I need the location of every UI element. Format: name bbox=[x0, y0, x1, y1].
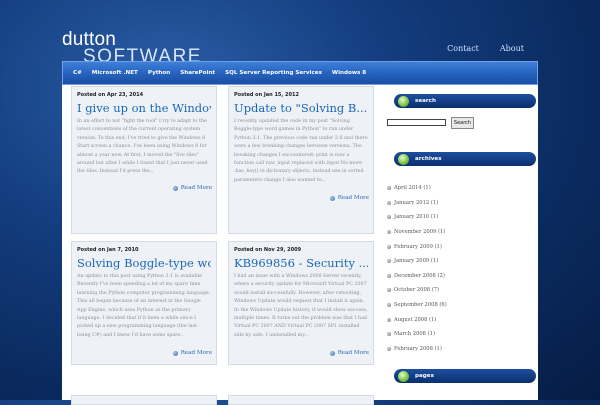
read-more-icon bbox=[329, 195, 335, 201]
post-excerpt: I recently updated the code in my post "… bbox=[234, 119, 368, 183]
archive-link[interactable]: December 2008 (2) bbox=[394, 273, 445, 279]
post-date: Posted on Nov 29, 2009 bbox=[234, 247, 302, 253]
post-excerpt: An update to this post using Python 3.1 … bbox=[77, 274, 211, 338]
archive-link[interactable]: April 2014 (1) bbox=[394, 185, 431, 191]
archives-widget-header: archives bbox=[394, 152, 536, 166]
post-excerpt: In an effort to not "fight the tool" I t… bbox=[77, 119, 208, 175]
search-widget-header: search bbox=[394, 94, 536, 108]
archive-item[interactable]: January 2010 (1) bbox=[387, 210, 537, 225]
archive-link[interactable]: March 2008 (1) bbox=[394, 331, 435, 337]
post-excerpt: I had an issue with a Windows 2008 Serve… bbox=[234, 274, 368, 338]
post-card: Posted on Nov 29, 2009 KB969856 - Securi… bbox=[228, 241, 374, 365]
post-date: Posted on Apr 23, 2014 bbox=[77, 92, 144, 98]
contact-link[interactable]: Contact bbox=[447, 44, 479, 53]
read-more-link[interactable]: Read More bbox=[172, 350, 212, 356]
post-card-partial bbox=[71, 395, 217, 405]
bullet-icon bbox=[387, 346, 391, 351]
archive-item[interactable]: February 2009 (1) bbox=[387, 239, 537, 254]
pages-widget-header: pages bbox=[394, 369, 536, 383]
archive-list: April 2014 (1) January 2012 (1) January … bbox=[387, 181, 537, 356]
read-more-label: Read More bbox=[180, 185, 212, 191]
about-link[interactable]: About bbox=[500, 44, 524, 53]
post-title[interactable]: Update to "Solving B... bbox=[234, 101, 368, 115]
read-more-label: Read More bbox=[180, 350, 212, 356]
bullet-icon bbox=[387, 200, 391, 205]
archive-item[interactable]: April 2014 (1) bbox=[387, 181, 537, 196]
bullet-orb-icon bbox=[398, 153, 409, 165]
archive-link[interactable]: September 2008 (6) bbox=[394, 302, 447, 308]
search-input[interactable] bbox=[387, 119, 446, 126]
archive-link[interactable]: January 2009 (1) bbox=[394, 258, 438, 264]
archive-item[interactable]: August 2008 (1) bbox=[387, 312, 537, 327]
post-date: Posted on Jan 7, 2010 bbox=[77, 247, 139, 253]
bullet-icon bbox=[387, 317, 391, 322]
bullet-icon bbox=[387, 288, 391, 293]
nav-item-windows8[interactable]: Windows 8 bbox=[332, 70, 366, 76]
archive-link[interactable]: November 2009 (1) bbox=[394, 229, 445, 235]
search-widget-title: search bbox=[415, 98, 436, 104]
read-more-label: Read More bbox=[337, 350, 369, 356]
bullet-orb-icon bbox=[398, 370, 409, 382]
read-more-link[interactable]: Read More bbox=[329, 195, 369, 201]
archives-widget-title: archives bbox=[415, 156, 442, 162]
archive-link[interactable]: October 2008 (7) bbox=[394, 287, 439, 293]
post-card: Posted on Apr 23, 2014 I give up on the … bbox=[71, 86, 217, 234]
archive-item[interactable]: October 2008 (7) bbox=[387, 283, 537, 298]
post-title[interactable]: I give up on the Windows 8... bbox=[77, 101, 211, 115]
post-card: Posted on Jan 7, 2010 Solving Boggle-typ… bbox=[71, 241, 217, 365]
post-date: Posted on Jan 15, 2012 bbox=[234, 92, 299, 98]
read-more-icon bbox=[329, 350, 335, 356]
post-card-partial bbox=[228, 395, 374, 405]
archive-item[interactable]: January 2012 (1) bbox=[387, 196, 537, 211]
read-more-label: Read More bbox=[337, 195, 369, 201]
post-title[interactable]: KB969856 - Security ... bbox=[234, 256, 368, 270]
bullet-icon bbox=[387, 303, 391, 308]
archive-item[interactable]: January 2009 (1) bbox=[387, 254, 537, 269]
read-more-link[interactable]: Read More bbox=[329, 350, 369, 356]
bullet-icon bbox=[387, 259, 391, 264]
archive-link[interactable]: January 2010 (1) bbox=[394, 214, 438, 220]
archive-item[interactable]: February 2008 (1) bbox=[387, 342, 537, 357]
bullet-orb-icon bbox=[398, 95, 409, 107]
archive-item[interactable]: November 2009 (1) bbox=[387, 225, 537, 240]
nav-item-dotnet[interactable]: Microsoft .NET bbox=[92, 70, 138, 76]
category-nav: C# Microsoft .NET Python SharePoint SQL … bbox=[62, 61, 538, 85]
bullet-icon bbox=[387, 186, 391, 191]
bullet-icon bbox=[387, 244, 391, 249]
bullet-icon bbox=[387, 215, 391, 220]
post-title[interactable]: Solving Boggle-type word g... bbox=[77, 256, 211, 270]
pages-widget-title: pages bbox=[415, 373, 434, 379]
archive-link[interactable]: January 2012 (1) bbox=[394, 200, 438, 206]
archive-link[interactable]: August 2008 (1) bbox=[394, 317, 436, 323]
read-more-icon bbox=[172, 185, 178, 191]
read-more-icon bbox=[172, 350, 178, 356]
bullet-icon bbox=[387, 230, 391, 235]
nav-item-python[interactable]: Python bbox=[148, 70, 170, 76]
top-links: Contact About bbox=[447, 44, 524, 53]
bullet-icon bbox=[387, 332, 391, 337]
nav-item-sharepoint[interactable]: SharePoint bbox=[180, 70, 215, 76]
search-button[interactable]: Search bbox=[451, 117, 474, 129]
archive-link[interactable]: February 2009 (1) bbox=[394, 244, 442, 250]
post-card: Posted on Jan 15, 2012 Update to "Solvin… bbox=[228, 86, 374, 234]
archive-item[interactable]: December 2008 (2) bbox=[387, 269, 537, 284]
archive-link[interactable]: February 2008 (1) bbox=[394, 346, 442, 352]
bullet-icon bbox=[387, 273, 391, 278]
archive-item[interactable]: September 2008 (6) bbox=[387, 298, 537, 313]
archive-item[interactable]: March 2008 (1) bbox=[387, 327, 537, 342]
nav-item-csharp[interactable]: C# bbox=[73, 70, 82, 76]
nav-item-ssrs[interactable]: SQL Server Reporting Services bbox=[225, 70, 322, 76]
read-more-link[interactable]: Read More bbox=[172, 185, 212, 191]
